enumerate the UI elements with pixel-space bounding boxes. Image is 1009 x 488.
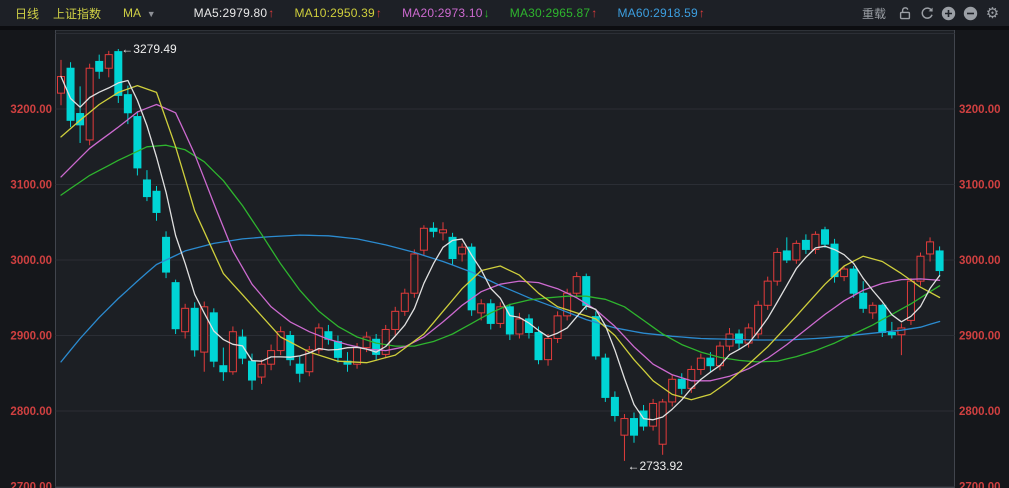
ma-readout-label: MA10:2950.39 bbox=[294, 6, 374, 20]
candle-11 bbox=[163, 231, 170, 278]
ma-selector-label: MA bbox=[123, 6, 140, 20]
candle-74 bbox=[764, 277, 771, 310]
unlock-icon[interactable] bbox=[896, 5, 913, 22]
y-tick-right-4: 2800.00 bbox=[959, 406, 1001, 418]
y-tick-left-3: 2900.00 bbox=[10, 331, 52, 343]
ma-readout-4[interactable]: MA60:2918.59↑ bbox=[617, 6, 705, 20]
ma-readout-1[interactable]: MA10:2950.39↑ bbox=[294, 6, 382, 20]
ma-values-readout: MA5:2979.80↑MA10:2950.39↑MA20:2973.10↓MA… bbox=[174, 6, 705, 20]
up-arrow-icon: ↑ bbox=[591, 6, 597, 20]
ma-indicator-selector[interactable]: MA ▼ bbox=[123, 6, 156, 20]
candle-14 bbox=[191, 302, 198, 356]
y-tick-right-3: 2900.00 bbox=[959, 331, 1001, 343]
up-arrow-icon: ↑ bbox=[268, 6, 274, 20]
candle-81 bbox=[831, 239, 838, 283]
settings-gear-icon[interactable]: ⚙ bbox=[984, 5, 1001, 22]
reload-button[interactable]: 重载 bbox=[862, 5, 886, 22]
y-tick-left-2: 3000.00 bbox=[10, 255, 52, 267]
candle-12 bbox=[172, 280, 179, 334]
y-tick-left-5: 2700.00 bbox=[10, 482, 52, 488]
candle-64 bbox=[669, 375, 676, 407]
candle-52 bbox=[554, 311, 561, 343]
candle-34 bbox=[382, 325, 389, 358]
refresh-icon[interactable] bbox=[918, 5, 935, 22]
ma-readout-3[interactable]: MA30:2965.87↑ bbox=[510, 6, 598, 20]
chart-toolbar: 日线 上证指数 MA ▼ MA5:2979.80↑MA10:2950.39↑MA… bbox=[0, 0, 1009, 30]
candle-1 bbox=[67, 62, 74, 127]
candle-62 bbox=[650, 399, 657, 431]
zoom-out-icon[interactable] bbox=[962, 5, 979, 22]
candle-57 bbox=[602, 354, 609, 402]
candle-75 bbox=[774, 248, 781, 286]
y-tick-right-5: 2700.00 bbox=[959, 482, 1001, 488]
candle-77 bbox=[793, 240, 800, 263]
ma-readout-label: MA30:2965.87 bbox=[510, 6, 590, 20]
ma-readout-label: MA20:2973.10 bbox=[402, 6, 482, 20]
up-arrow-icon: ↑ bbox=[376, 6, 382, 20]
plot-area[interactable] bbox=[56, 30, 955, 488]
candle-90 bbox=[917, 252, 924, 285]
candle-37 bbox=[411, 249, 418, 297]
chart-window: 3200.00 3200.00 3100.00 3100.00 3000.00 3000.… bbox=[0, 0, 1009, 488]
zoom-in-icon[interactable] bbox=[940, 5, 957, 22]
chevron-down-icon: ▼ bbox=[147, 9, 156, 19]
y-tick-left-0: 3200.00 bbox=[10, 104, 52, 116]
candle-73 bbox=[755, 301, 762, 339]
ma-readout-label: MA60:2918.59 bbox=[617, 6, 697, 20]
y-tick-right-0: 3200.00 bbox=[959, 104, 1001, 116]
candle-36 bbox=[401, 289, 408, 316]
candle-3 bbox=[86, 64, 93, 146]
candle-8 bbox=[134, 111, 141, 175]
y-tick-left-1: 3100.00 bbox=[10, 180, 52, 192]
candle-83 bbox=[850, 266, 857, 298]
y-tick-left-4: 2800.00 bbox=[10, 406, 52, 418]
ma-readout-0[interactable]: MA5:2979.80↑ bbox=[194, 6, 275, 20]
ma-readout-label: MA5:2979.80 bbox=[194, 6, 268, 20]
candle-6 bbox=[115, 49, 122, 103]
symbol-tab[interactable]: 上证指数 bbox=[53, 5, 101, 22]
period-tab-daily[interactable]: 日线 bbox=[15, 5, 39, 22]
high-price-annotation: ←3279.49 bbox=[121, 42, 177, 56]
y-tick-right-1: 3100.00 bbox=[959, 180, 1001, 192]
candle-16 bbox=[210, 308, 217, 367]
down-arrow-icon: ↓ bbox=[484, 6, 490, 20]
candle-18 bbox=[229, 326, 236, 374]
candlestick-chart[interactable]: 3200.00 3200.00 3100.00 3100.00 3000.00 3000.… bbox=[0, 0, 1009, 488]
ma-readout-2[interactable]: MA20:2973.10↓ bbox=[402, 6, 490, 20]
up-arrow-icon: ↑ bbox=[699, 6, 705, 20]
y-tick-right-2: 3000.00 bbox=[959, 255, 1001, 267]
low-price-annotation: ←2733.92 bbox=[627, 459, 683, 473]
